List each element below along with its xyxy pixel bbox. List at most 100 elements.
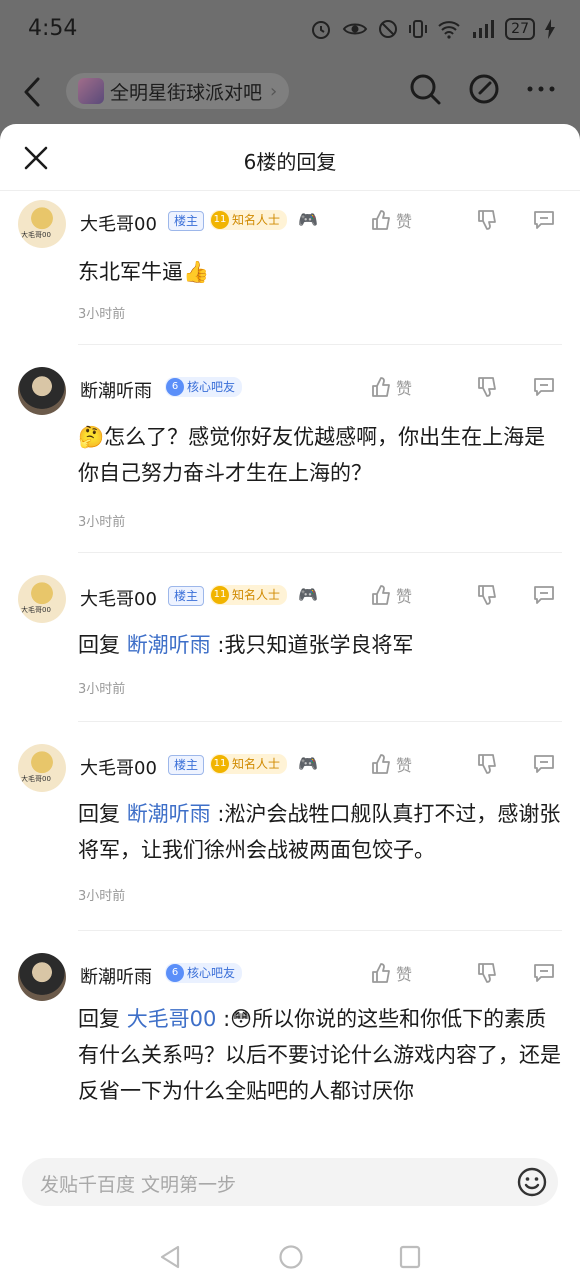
reply-time: 3小时前 bbox=[78, 889, 126, 904]
reply-actions: 赞 bbox=[370, 961, 556, 985]
reply-prefix: 回复 bbox=[78, 802, 120, 826]
comment-icon[interactable] bbox=[532, 209, 556, 231]
reply-content: 东北军牛逼👍 bbox=[78, 260, 210, 284]
nav-actions bbox=[408, 72, 556, 106]
avatar[interactable] bbox=[18, 200, 66, 248]
like-button[interactable]: 赞 bbox=[370, 961, 412, 985]
op-badge: 楼主 bbox=[168, 211, 205, 231]
mute-icon bbox=[379, 20, 398, 38]
sheet-title: 6楼的回复 bbox=[243, 150, 337, 174]
chevron-right-icon: › bbox=[270, 80, 278, 102]
search-icon[interactable] bbox=[408, 72, 442, 106]
like-label: 赞 bbox=[395, 756, 412, 775]
thumbs-up-icon bbox=[372, 210, 390, 230]
status-bar: 4:54 27 bbox=[0, 0, 580, 60]
reply-prefix: 回复 bbox=[78, 633, 120, 657]
nav-recents-icon[interactable] bbox=[398, 1244, 422, 1270]
wifi-icon bbox=[438, 21, 460, 39]
nav-home-icon[interactable] bbox=[278, 1244, 304, 1270]
core-badge-label: 核心吧友 bbox=[187, 380, 236, 394]
like-button[interactable]: 赞 bbox=[370, 208, 412, 232]
comment-icon[interactable] bbox=[532, 376, 556, 398]
like-button[interactable]: 赞 bbox=[370, 583, 412, 607]
famous-badge: 11 知名人士 bbox=[210, 585, 288, 605]
status-time: 4:54 bbox=[28, 16, 78, 41]
like-button[interactable]: 赞 bbox=[370, 375, 412, 399]
thumbs-down-icon[interactable] bbox=[476, 584, 498, 606]
op-badge: 楼主 bbox=[168, 586, 205, 606]
battery-indicator: 27 bbox=[505, 18, 535, 40]
thumbs-up-icon bbox=[372, 585, 390, 605]
alarm-icon bbox=[312, 21, 331, 39]
username[interactable]: 大毛哥00 bbox=[80, 210, 157, 236]
forum-name: 全明星街球派对吧 bbox=[110, 81, 263, 104]
game-icon: 🎮 bbox=[298, 210, 318, 229]
input-placeholder: 发贴千百度 文明第一步 bbox=[40, 1174, 237, 1196]
famous-badge-label: 知名人士 bbox=[232, 757, 281, 771]
thumbs-down-icon[interactable] bbox=[476, 376, 498, 398]
reply-time: 3小时前 bbox=[78, 515, 126, 530]
reply-sheet: 6楼的回复 大毛哥00 楼主 11知名人士 🎮 赞 东北军牛逼👍 3小时前 bbox=[0, 124, 580, 1279]
mention-link[interactable]: 断潮听雨 bbox=[127, 633, 211, 657]
reply-prefix: 回复 bbox=[78, 1007, 120, 1031]
game-icon: 🎮 bbox=[298, 585, 318, 604]
mention-link[interactable]: 断潮听雨 bbox=[127, 802, 211, 826]
thumbs-up-icon bbox=[372, 754, 390, 774]
level-number: 6 bbox=[166, 964, 184, 982]
avatar[interactable] bbox=[18, 367, 66, 415]
edit-icon[interactable] bbox=[468, 73, 500, 105]
famous-badge: 11 知名人士 bbox=[210, 754, 288, 774]
reply-actions: 赞 bbox=[370, 583, 556, 607]
core-member-badge: 6 核心吧友 bbox=[165, 963, 243, 983]
level-number: 11 bbox=[211, 586, 229, 604]
reply-text: :我只知道张学良将军 bbox=[210, 633, 414, 657]
avatar[interactable] bbox=[18, 575, 66, 623]
like-button[interactable]: 赞 bbox=[370, 752, 412, 776]
level-number: 11 bbox=[211, 755, 229, 773]
thumbs-down-icon[interactable] bbox=[476, 209, 498, 231]
reply-divider bbox=[78, 721, 562, 722]
mention-link[interactable]: 大毛哥00 bbox=[127, 1007, 217, 1031]
famous-badge: 11 知名人士 bbox=[210, 210, 288, 230]
thumbs-up-icon bbox=[372, 963, 390, 983]
comment-icon[interactable] bbox=[532, 753, 556, 775]
reply-time: 3小时前 bbox=[78, 682, 126, 697]
reply-divider bbox=[78, 930, 562, 931]
reply-actions: 赞 bbox=[370, 375, 556, 399]
level-number: 6 bbox=[166, 378, 184, 396]
like-label: 赞 bbox=[395, 379, 412, 398]
nav-back-icon[interactable] bbox=[158, 1244, 182, 1270]
reply-list: 大毛哥00 楼主 11知名人士 🎮 赞 东北军牛逼👍 3小时前 断潮听雨 6核心… bbox=[0, 190, 580, 1144]
more-icon[interactable] bbox=[526, 85, 556, 93]
back-arrow-icon[interactable] bbox=[22, 75, 42, 109]
famous-badge-label: 知名人士 bbox=[232, 588, 281, 602]
reply-divider bbox=[78, 552, 562, 553]
like-label: 赞 bbox=[395, 965, 412, 984]
username[interactable]: 大毛哥00 bbox=[80, 754, 157, 780]
thumbs-down-icon[interactable] bbox=[476, 962, 498, 984]
famous-badge-label: 知名人士 bbox=[232, 213, 281, 227]
charging-icon bbox=[545, 19, 555, 39]
thumbs-up-icon bbox=[372, 377, 390, 397]
eye-icon bbox=[342, 23, 368, 35]
vibrate-icon bbox=[409, 20, 428, 38]
avatar[interactable] bbox=[18, 744, 66, 792]
reply-actions: 赞 bbox=[370, 208, 556, 232]
forum-link[interactable]: 全明星街球派对吧 › bbox=[66, 73, 290, 109]
username[interactable]: 断潮听雨 bbox=[80, 377, 152, 403]
core-member-badge: 6 核心吧友 bbox=[165, 377, 243, 397]
comment-icon[interactable] bbox=[532, 584, 556, 606]
reply-content: 回复 断潮听雨 :淞沪会战牲口舰队真打不过，感谢张将军，让我们徐州会战被两面包饺… bbox=[78, 796, 564, 868]
thumbs-down-icon[interactable] bbox=[476, 753, 498, 775]
reply-content: 回复 大毛哥00 :😳所以你说的这些和你低下的素质有什么关系吗？以后不要讨论什么… bbox=[78, 1001, 564, 1109]
username[interactable]: 断潮听雨 bbox=[80, 963, 152, 989]
emoji-icon[interactable] bbox=[516, 1166, 548, 1198]
reply-input[interactable]: 发贴千百度 文明第一步 bbox=[22, 1158, 558, 1206]
core-badge-label: 核心吧友 bbox=[187, 966, 236, 980]
username[interactable]: 大毛哥00 bbox=[80, 585, 157, 611]
avatar[interactable] bbox=[18, 953, 66, 1001]
forum-avatar bbox=[78, 78, 104, 104]
reply-time: 3小时前 bbox=[78, 307, 126, 322]
comment-icon[interactable] bbox=[532, 962, 556, 984]
like-label: 赞 bbox=[395, 587, 412, 606]
